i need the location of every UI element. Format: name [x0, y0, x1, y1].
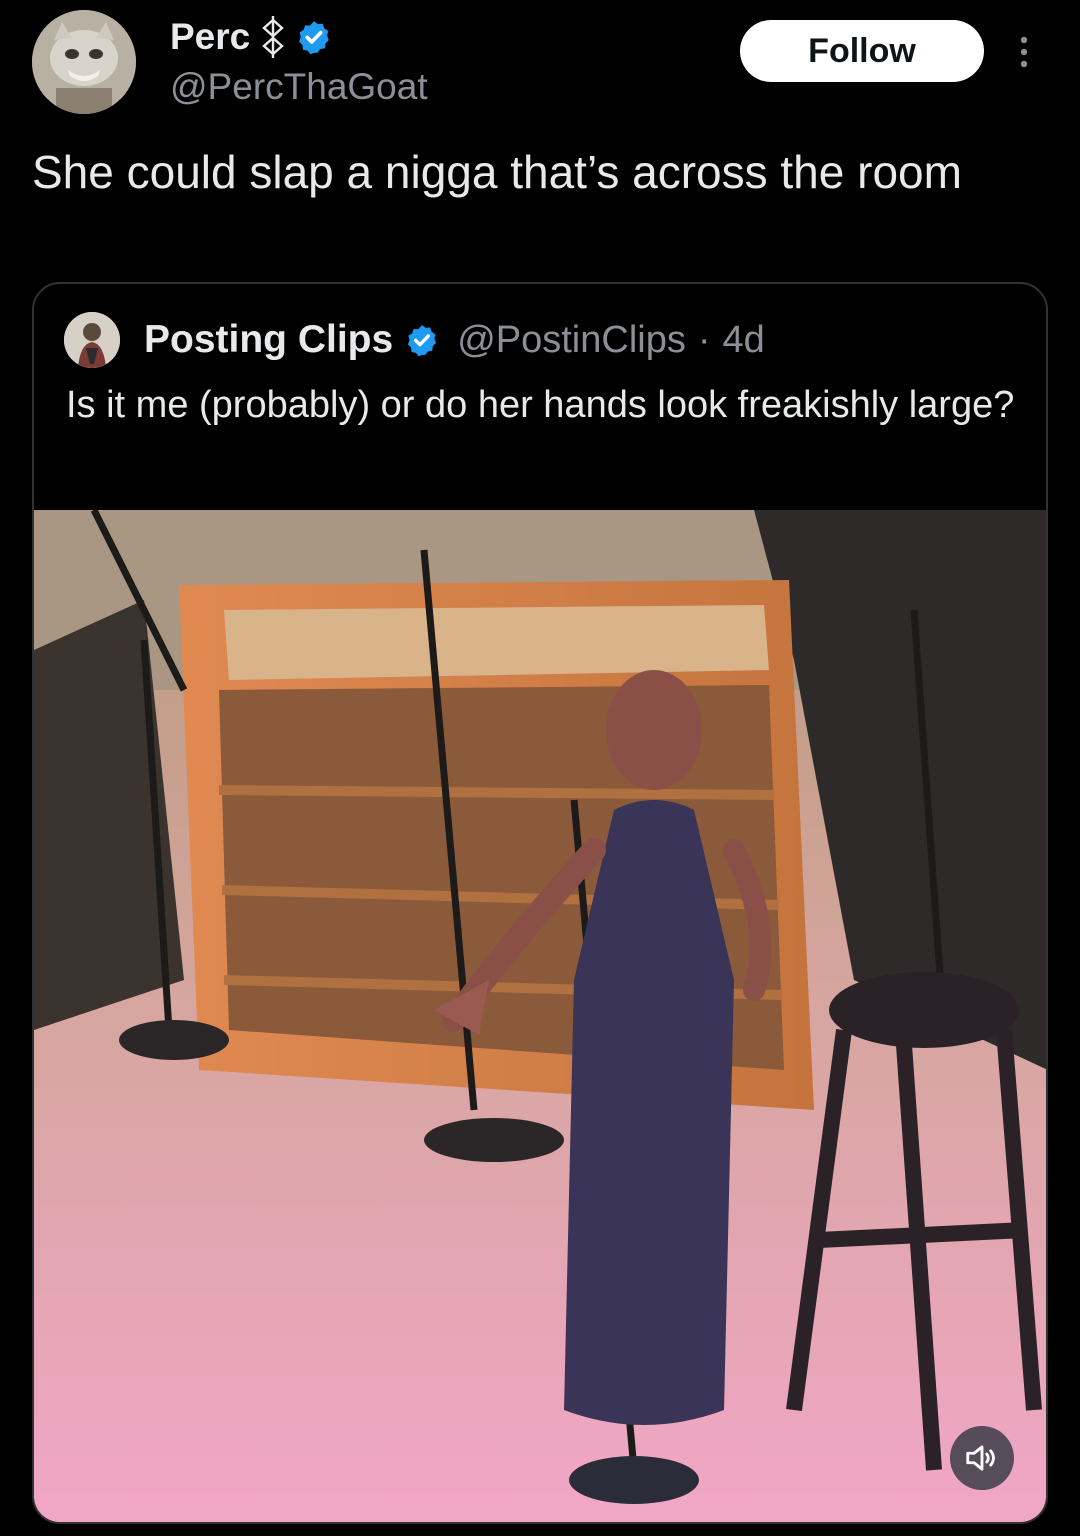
quoted-post-time: 4d — [722, 318, 765, 361]
mute-toggle-button[interactable] — [950, 1426, 1014, 1490]
post-text: She could slap a nigga that’s across the… — [32, 146, 962, 198]
speaker-icon — [966, 1445, 995, 1471]
video-frame — [34, 510, 1046, 1522]
quoted-author-avatar — [64, 312, 120, 368]
author-handle[interactable]: @PercThaGoat — [170, 66, 428, 108]
author-display-name[interactable]: Perc — [170, 16, 250, 58]
verified-badge-icon — [299, 21, 330, 55]
verified-badge-icon — [408, 325, 437, 357]
quoted-author-name: Posting Clips — [144, 318, 394, 361]
separator-dot: · — [697, 318, 711, 361]
more-options-icon[interactable] — [1012, 32, 1036, 72]
author-avatar[interactable] — [32, 10, 136, 114]
emblem-icon — [262, 16, 285, 58]
follow-button[interactable]: Follow — [740, 20, 984, 82]
quoted-author-handle: @PostinClips — [457, 318, 686, 361]
quoted-post-header: Posting Clips @PostinClips · 4d — [64, 312, 765, 368]
quoted-post-card[interactable]: Posting Clips @PostinClips · 4d Is it me… — [32, 282, 1048, 1524]
video-player[interactable] — [34, 510, 1046, 1522]
quoted-post-text: Is it me (probably) or do her hands look… — [66, 384, 1015, 426]
author-name-row: Perc — [170, 12, 332, 62]
